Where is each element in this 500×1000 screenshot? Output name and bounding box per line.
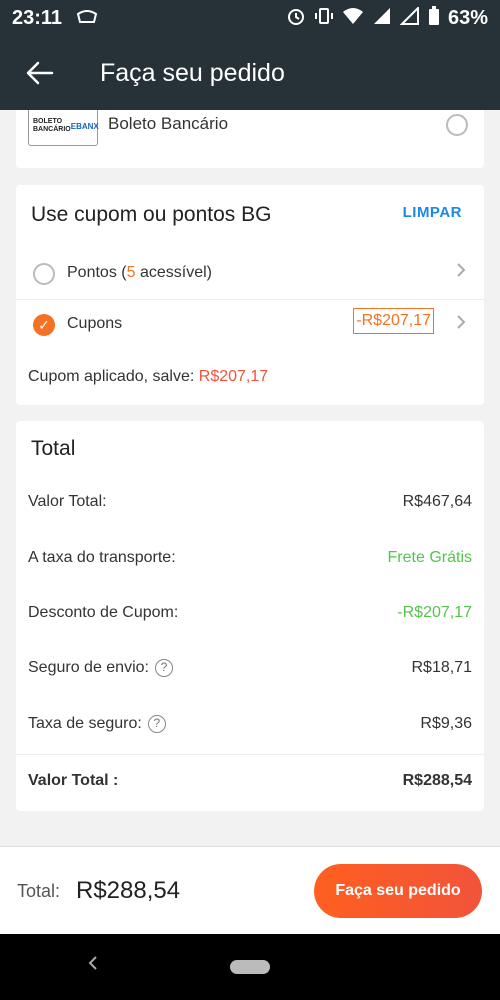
insurance-fee-row: Taxa de seguro:? R$9,36	[28, 715, 472, 739]
applied-value: R$207,17	[198, 368, 269, 385]
clear-button[interactable]: LIMPAR	[403, 204, 462, 221]
checkout-bar: Total: R$288,54 Faça seu pedido	[0, 846, 500, 934]
footer-total-label: Total:	[17, 881, 61, 901]
battery-icon	[428, 5, 440, 31]
chevron-right-icon	[456, 262, 466, 283]
payment-method-radio[interactable]	[446, 114, 468, 136]
logo-brand: EBANX	[70, 121, 99, 131]
final-total-label: Valor Total :	[28, 772, 119, 789]
row-value: Frete Grátis	[387, 549, 472, 566]
row-label: A taxa do transporte:	[28, 549, 176, 566]
shipping-row: A taxa do transporte: Frete Grátis	[28, 549, 472, 573]
help-icon[interactable]: ?	[154, 659, 173, 677]
coupon-discount-row: Desconto de Cupom: -R$207,17	[28, 604, 472, 628]
final-total-row: Valor Total : R$288,54	[28, 772, 472, 796]
coupon-discount-badge: -R$207,17	[353, 308, 434, 334]
nav-back-icon[interactable]	[88, 954, 98, 977]
status-icons: 63%	[286, 5, 488, 31]
applied-text: Cupom aplicado, salve:	[28, 368, 199, 385]
coupons-label: Cupons	[67, 315, 123, 332]
points-count: 5	[126, 264, 136, 281]
row-label: Desconto de Cupom:	[28, 604, 179, 621]
coupon-title: Use cupom ou pontos BG	[31, 203, 272, 226]
payment-method-card[interactable]: BOLETO BANCÁRIO EBANX Boleto Bancário	[16, 110, 484, 168]
status-time: 23:11	[12, 6, 63, 29]
alarm-icon	[286, 6, 306, 31]
notification-icon	[76, 7, 98, 30]
system-nav-bar	[0, 934, 500, 1000]
points-prefix: Pontos (	[67, 264, 127, 281]
row-label: Valor Total:	[28, 493, 107, 510]
total-card: Total Valor Total: R$467,64 A taxa do tr…	[16, 421, 484, 811]
total-title: Total	[31, 437, 76, 460]
coupon-card: Use cupom ou pontos BG LIMPAR Pontos (5 …	[16, 185, 484, 405]
row-value: R$9,36	[420, 715, 472, 732]
coupons-option[interactable]: ✓ Cupons -R$207,17	[16, 305, 484, 351]
wifi-icon	[342, 7, 364, 30]
row-label: Seguro de envio:	[28, 659, 149, 677]
points-radio[interactable]	[33, 263, 55, 285]
points-label: Pontos (5 acessível)	[67, 264, 212, 282]
nav-home-pill[interactable]	[230, 960, 270, 974]
status-bar: 23:11 63%	[0, 0, 500, 36]
app-bar: Faça seu pedido	[0, 36, 500, 110]
chevron-right-icon	[456, 314, 466, 335]
logo-line2: BANCÁRIO	[33, 126, 71, 133]
coupon-applied-text: Cupom aplicado, salve: R$207,17	[28, 368, 268, 386]
points-suffix: acessível)	[135, 264, 212, 281]
back-arrow-icon	[26, 61, 54, 85]
battery-percent: 63%	[447, 6, 488, 29]
row-label: Taxa de seguro:	[28, 715, 142, 733]
signal-icon-2	[399, 5, 420, 30]
back-button[interactable]	[0, 36, 80, 110]
help-icon[interactable]: ?	[147, 715, 166, 733]
signal-icon	[372, 7, 392, 30]
payment-method-label: Boleto Bancário	[108, 114, 229, 133]
vibrate-icon	[314, 6, 334, 31]
row-value: R$467,64	[402, 493, 472, 510]
footer-total-value: R$288,54	[76, 877, 181, 904]
logo-line1: BOLETO	[33, 118, 63, 125]
divider	[16, 754, 484, 755]
content-scroll[interactable]: BOLETO BANCÁRIO EBANX Boleto Bancário Use…	[0, 110, 500, 846]
check-icon[interactable]: ✓	[33, 314, 55, 336]
points-option[interactable]: Pontos (5 acessível)	[16, 248, 484, 300]
final-total-value: R$288,54	[402, 772, 472, 789]
row-value: R$18,71	[411, 659, 473, 676]
page-title: Faça seu pedido	[100, 58, 285, 87]
total-row: Valor Total: R$467,64	[28, 493, 472, 517]
shipping-insurance-row: Seguro de envio:? R$18,71	[28, 659, 472, 683]
row-value: -R$207,17	[397, 604, 472, 621]
place-order-button[interactable]: Faça seu pedido	[314, 864, 482, 918]
boleto-ebanx-logo: BOLETO BANCÁRIO EBANX	[28, 110, 99, 146]
